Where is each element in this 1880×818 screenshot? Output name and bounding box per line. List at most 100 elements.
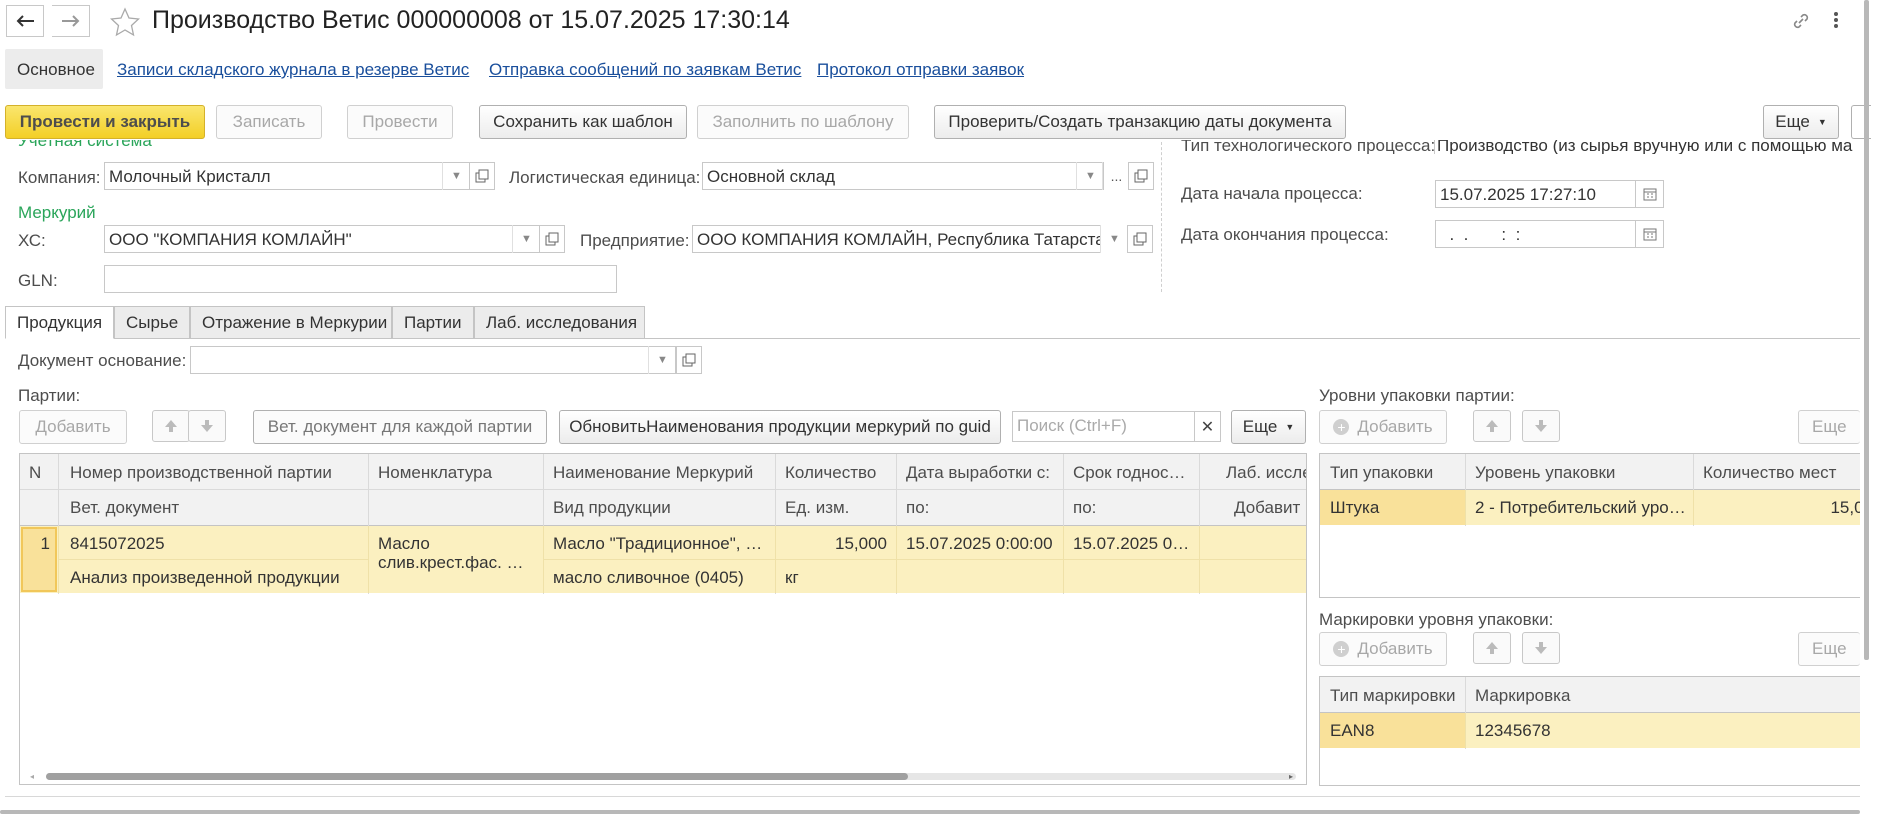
col-pack-level[interactable]: Уровень упаковки <box>1475 463 1689 483</box>
vet-doc-each-button[interactable]: Вет. документ для каждой партии <box>253 410 547 444</box>
col-mercury-name[interactable]: Наименование Меркурий <box>553 463 771 483</box>
start-calendar-icon[interactable] <box>1636 180 1664 208</box>
search-input[interactable]: Поиск (Ctrl+F) <box>1012 411 1195 442</box>
clear-search-icon[interactable]: ✕ <box>1194 411 1221 442</box>
packaging-more-button[interactable]: Еще <box>1798 410 1860 444</box>
window-h-scrollbar[interactable] <box>0 810 1860 814</box>
company-open-icon[interactable] <box>469 162 495 190</box>
col-vet-doc[interactable]: Вет. документ <box>70 498 360 518</box>
section-tab-protocol[interactable]: Протокол отправки заявок <box>817 60 1024 80</box>
logistic-unit-field[interactable]: Основной склад <box>702 162 1104 190</box>
cell-quantity[interactable]: 15,000 <box>785 534 887 554</box>
col-mark-type[interactable]: Тип маркировки <box>1330 686 1460 706</box>
cell-mercury-name[interactable]: Масло "Традиционное", … <box>553 534 771 554</box>
post-button[interactable]: Провести <box>347 105 453 139</box>
more-vertical-icon[interactable] <box>1832 10 1840 35</box>
update-names-button[interactable]: ОбновитьНаименования продукции меркурий … <box>559 410 1001 444</box>
save-template-button[interactable]: Сохранить как шаблон <box>479 105 687 139</box>
move-up-button[interactable] <box>152 410 190 442</box>
cell-pack-level[interactable]: 2 - Потребительский уро… <box>1475 498 1689 518</box>
col-lab-add[interactable]: Добавит <box>1234 498 1306 518</box>
col-unit[interactable]: Ед. изм. <box>785 498 893 518</box>
back-button[interactable] <box>6 5 44 37</box>
scroll-right-icon[interactable]: ▸ <box>1289 772 1293 781</box>
col-n[interactable]: N <box>29 463 55 483</box>
toolbar-more-button[interactable]: Еще ▼ <box>1763 105 1839 139</box>
batches-more-button[interactable]: Еще ▼ <box>1231 410 1306 444</box>
col-lab[interactable]: Лаб. иссле <box>1226 463 1306 483</box>
tab-mercury[interactable]: Отражение в Меркурии <box>190 306 392 339</box>
tab-batches[interactable]: Партии <box>392 306 474 339</box>
company-field[interactable]: Молочный Кристалл <box>104 162 470 190</box>
packaging-up-button[interactable] <box>1473 410 1511 442</box>
cell-product-type[interactable]: масло сливочное (0405) <box>553 568 771 588</box>
packaging-down-button[interactable] <box>1522 410 1560 442</box>
save-button[interactable]: Записать <box>216 105 322 139</box>
tab-lab[interactable]: Лаб. исследования <box>474 306 645 339</box>
col-date-from[interactable]: Дата выработки с: <box>906 463 1061 483</box>
col-product-type[interactable]: Вид продукции <box>553 498 771 518</box>
marking-more-button[interactable]: Еще <box>1798 632 1860 666</box>
hs-open-icon[interactable] <box>539 225 565 253</box>
cell-nomenclature[interactable]: Масло слив.крест.фас. … <box>378 534 536 574</box>
section-tab-warehouse-journal[interactable]: Записи складского журнала в резерве Вети… <box>117 60 469 80</box>
company-dropdown-icon[interactable]: ▼ <box>442 162 470 190</box>
enterprise-dropdown-icon[interactable]: ▼ <box>1100 225 1128 253</box>
marking-up-button[interactable] <box>1473 632 1511 664</box>
enterprise-open-icon[interactable] <box>1127 225 1153 253</box>
check-transaction-button[interactable]: Проверить/Создать транзакцию даты докуме… <box>934 105 1346 139</box>
forward-button[interactable] <box>52 5 90 37</box>
hs-field[interactable]: ООО "КОМПАНИЯ КОМЛАЙН" <box>104 225 542 253</box>
link-icon[interactable] <box>1790 10 1812 37</box>
end-calendar-icon[interactable] <box>1636 220 1664 248</box>
packaging-add-button[interactable]: + Добавить <box>1319 410 1447 444</box>
section-tab-main[interactable]: Основное <box>17 60 95 80</box>
cell-shelf-life[interactable]: 15.07.2025 0… <box>1073 534 1197 554</box>
cell-pack-count[interactable]: 15,00 <box>1703 498 1860 518</box>
cell-unit[interactable]: кг <box>785 568 887 588</box>
move-down-button[interactable] <box>188 410 226 442</box>
gln-field[interactable] <box>104 265 617 293</box>
tab-raw[interactable]: Сырье <box>114 306 190 339</box>
cell-n[interactable]: 1 <box>30 534 50 554</box>
base-doc-open-icon[interactable] <box>676 346 702 374</box>
base-doc-field[interactable] <box>190 346 676 374</box>
cell-mark-type[interactable]: EAN8 <box>1330 721 1460 741</box>
marking-add-button[interactable]: + Добавить <box>1319 632 1447 666</box>
h-scrollbar[interactable] <box>46 773 908 780</box>
col-shelf-life[interactable]: Срок годнос… <box>1073 463 1197 483</box>
hs-dropdown-icon[interactable]: ▼ <box>512 225 540 253</box>
logistic-dropdown-icon[interactable]: ▼ <box>1076 162 1104 190</box>
plus-icon: + <box>1333 641 1350 657</box>
window-v-scrollbar[interactable] <box>1864 0 1869 660</box>
col-mark-code[interactable]: Маркировка <box>1475 686 1675 706</box>
logistic-open-icon[interactable] <box>1128 162 1154 190</box>
cell-batch[interactable]: 8415072025 <box>70 534 360 554</box>
logistic-select-icon[interactable]: ... <box>1102 162 1130 190</box>
col-nomenclature[interactable]: Номенклатура <box>378 463 538 483</box>
scroll-left-icon[interactable]: ◂ <box>30 772 34 781</box>
col-pack-count[interactable]: Количество мест <box>1703 463 1860 483</box>
fill-template-button[interactable]: Заполнить по шаблону <box>697 105 909 139</box>
col-shelf-to[interactable]: по: <box>1073 498 1197 518</box>
col-pack-type[interactable]: Тип упаковки <box>1330 463 1460 483</box>
cell-vet-doc[interactable]: Анализ произведенной продукции <box>70 568 360 588</box>
arrow-left-icon <box>16 15 34 27</box>
cell-date-from[interactable]: 15.07.2025 0:00:00 <box>906 534 1061 554</box>
end-date-field[interactable]: . . : : <box>1435 220 1636 248</box>
favorite-star-icon[interactable] <box>110 7 140 42</box>
col-quantity[interactable]: Количество <box>785 463 893 483</box>
process-type-field[interactable]: Производство (из сырья вручную или с пом… <box>1434 140 1859 154</box>
col-date-to[interactable]: по: <box>906 498 1061 518</box>
section-tab-messages[interactable]: Отправка сообщений по заявкам Ветис <box>489 60 801 80</box>
col-batch-number[interactable]: Номер производственной партии <box>70 463 360 483</box>
cell-mark-code[interactable]: 12345678 <box>1475 721 1675 741</box>
post-close-button[interactable]: Провести и закрыть <box>5 105 205 139</box>
enterprise-field[interactable]: ООО КОМПАНИЯ КОМЛАЙН, Республика Татарст… <box>692 225 1128 253</box>
base-doc-dropdown-icon[interactable]: ▼ <box>648 346 676 374</box>
cell-pack-type[interactable]: Штука <box>1330 498 1460 518</box>
batches-add-button[interactable]: Добавить <box>19 410 127 444</box>
marking-down-button[interactable] <box>1522 632 1560 664</box>
start-date-field[interactable]: 15.07.2025 17:27:10 <box>1435 180 1636 208</box>
tab-products[interactable]: Продукция <box>5 306 114 339</box>
